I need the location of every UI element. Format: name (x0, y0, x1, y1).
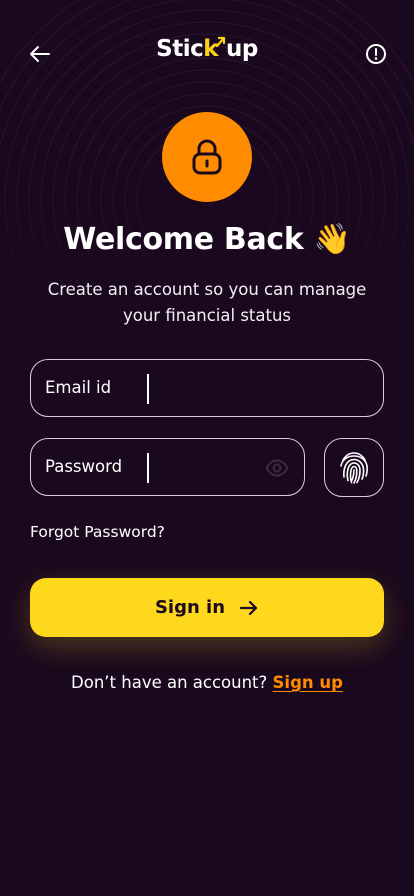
lock-badge (162, 112, 252, 202)
fingerprint-icon (340, 451, 368, 484)
password-label: Password (45, 457, 123, 476)
password-input[interactable] (155, 449, 259, 487)
app-logo: Stick up (0, 36, 414, 62)
logo-text-start: Stic (156, 36, 204, 62)
forgot-password-link[interactable]: Forgot Password? (30, 523, 165, 541)
top-bar: Stick up (0, 30, 414, 78)
signup-prompt: Don’t have an account? Sign up (0, 673, 414, 692)
sign-up-link[interactable]: Sign up (273, 673, 343, 692)
email-label: Email id (45, 378, 112, 397)
lock-icon (192, 139, 222, 175)
biometric-login-button[interactable] (324, 438, 384, 497)
info-button[interactable] (360, 38, 392, 70)
text-caret (147, 453, 149, 483)
show-password-button[interactable] (264, 455, 290, 481)
text-caret (147, 374, 149, 404)
alert-circle-icon (366, 44, 386, 64)
login-screen: Stick up Welcome Back 👋 Create an account… (0, 0, 414, 896)
sign-in-button[interactable]: Sign in (30, 578, 384, 637)
sign-in-label: Sign in (154, 597, 226, 618)
page-title: Welcome Back 👋 (63, 222, 351, 257)
eye-icon (265, 459, 289, 477)
email-field[interactable]: Email id (30, 359, 384, 417)
page-subtitle: Create an account so you can manage your… (47, 280, 367, 325)
password-field[interactable]: Password (30, 438, 305, 496)
signup-prompt-text: Don’t have an account? (71, 673, 268, 692)
logo-arrow-icon (216, 36, 226, 48)
arrow-right-icon (239, 599, 259, 617)
email-input[interactable] (155, 370, 379, 408)
logo-text-end: up (226, 36, 258, 62)
